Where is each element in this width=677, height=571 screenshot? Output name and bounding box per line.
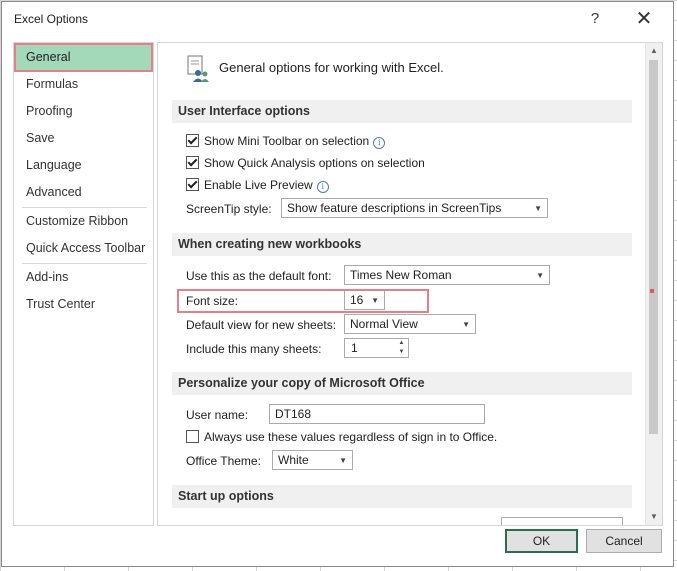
- always-use-option[interactable]: Always use these values regardless of si…: [186, 430, 497, 444]
- quick-analysis-option[interactable]: Show Quick Analysis options on selection: [186, 156, 425, 170]
- sheets-count-label: Include this many sheets:: [186, 342, 322, 356]
- user-name-input[interactable]: DT168: [269, 404, 485, 424]
- nav-item-quick-access-toolbar[interactable]: Quick Access Toolbar: [14, 235, 153, 261]
- nav-item-save[interactable]: Save: [14, 125, 153, 151]
- scrollbar-thumb[interactable]: [649, 60, 658, 434]
- section-personalize: Personalize your copy of Microsoft Offic…: [172, 372, 632, 395]
- live-preview-option[interactable]: Enable Live Preview i: [186, 178, 329, 193]
- info-icon: i: [373, 137, 386, 149]
- excel-options-dialog: Excel Options ? ✕ General Formulas Proof…: [1, 1, 674, 567]
- general-options-icon: [187, 55, 209, 82]
- mini-toolbar-checkbox[interactable]: [186, 134, 199, 147]
- mini-toolbar-label: Show Mini Toolbar on selection: [204, 134, 370, 148]
- always-use-checkbox[interactable]: [186, 430, 199, 443]
- spin-up-icon[interactable]: ▲: [396, 339, 407, 348]
- user-name-label: User name:: [186, 408, 249, 422]
- font-size-label: Font size:: [186, 294, 239, 308]
- nav-item-advanced[interactable]: Advanced: [14, 179, 153, 205]
- section-user-interface: User Interface options: [172, 100, 632, 123]
- chevron-down-icon: ▼: [339, 456, 347, 465]
- scroll-down-icon[interactable]: ▼: [646, 509, 662, 525]
- always-use-label: Always use these values regardless of si…: [204, 430, 498, 444]
- default-font-dropdown[interactable]: Times New Roman ▼: [344, 265, 550, 285]
- sheets-count-spinner[interactable]: 1 ▲ ▼: [344, 338, 409, 358]
- nav-item-formulas[interactable]: Formulas: [14, 71, 153, 97]
- section-new-workbooks: When creating new workbooks: [172, 233, 632, 256]
- quick-analysis-label: Show Quick Analysis options on selection: [204, 156, 425, 170]
- nav-item-trust-center[interactable]: Trust Center: [14, 291, 153, 317]
- close-button[interactable]: ✕: [633, 8, 655, 30]
- nav-item-add-ins[interactable]: Add-ins: [14, 264, 153, 290]
- mini-toolbar-option[interactable]: Show Mini Toolbar on selection i: [186, 134, 386, 149]
- quick-analysis-checkbox[interactable]: [186, 156, 199, 169]
- title-bar: Excel Options ? ✕: [2, 2, 673, 36]
- vertical-scrollbar[interactable]: ▲ ▼: [645, 43, 662, 525]
- office-theme-label: Office Theme:: [186, 454, 261, 468]
- chevron-down-icon: ▼: [536, 271, 544, 280]
- spin-down-icon[interactable]: ▼: [396, 348, 407, 357]
- screentip-label: ScreenTip style:: [186, 202, 272, 216]
- general-options-panel: General options for working with Excel. …: [157, 42, 663, 526]
- nav-item-general[interactable]: General: [14, 44, 153, 70]
- info-icon: i: [316, 181, 329, 193]
- default-font-label: Use this as the default font:: [186, 269, 332, 283]
- chevron-down-icon: ▼: [371, 296, 379, 305]
- red-marker: [650, 289, 654, 293]
- screentip-style-dropdown[interactable]: Show feature descriptions in ScreenTips …: [281, 198, 548, 218]
- nav-item-language[interactable]: Language: [14, 152, 153, 178]
- nav-item-proofing[interactable]: Proofing: [14, 98, 153, 124]
- startup-dropdown-partial[interactable]: [501, 517, 623, 525]
- dialog-title: Excel Options: [14, 12, 89, 26]
- panel-heading: General options for working with Excel.: [219, 60, 444, 75]
- font-size-dropdown[interactable]: 16 ▼: [344, 290, 385, 310]
- default-view-label: Default view for new sheets:: [186, 318, 337, 332]
- scroll-up-icon[interactable]: ▲: [646, 43, 662, 59]
- ok-button[interactable]: OK: [505, 529, 578, 553]
- live-preview-label: Enable Live Preview: [204, 178, 313, 192]
- live-preview-checkbox[interactable]: [186, 178, 199, 191]
- section-startup: Start up options: [172, 485, 632, 508]
- chevron-down-icon: ▼: [462, 320, 470, 329]
- options-category-list: General Formulas Proofing Save Language …: [13, 42, 154, 526]
- office-theme-dropdown[interactable]: White ▼: [272, 450, 353, 470]
- cancel-button[interactable]: Cancel: [586, 529, 662, 553]
- help-button[interactable]: ?: [585, 8, 605, 30]
- chevron-down-icon: ▼: [534, 204, 542, 213]
- default-view-dropdown[interactable]: Normal View ▼: [344, 314, 476, 334]
- nav-item-customize-ribbon[interactable]: Customize Ribbon: [14, 208, 153, 234]
